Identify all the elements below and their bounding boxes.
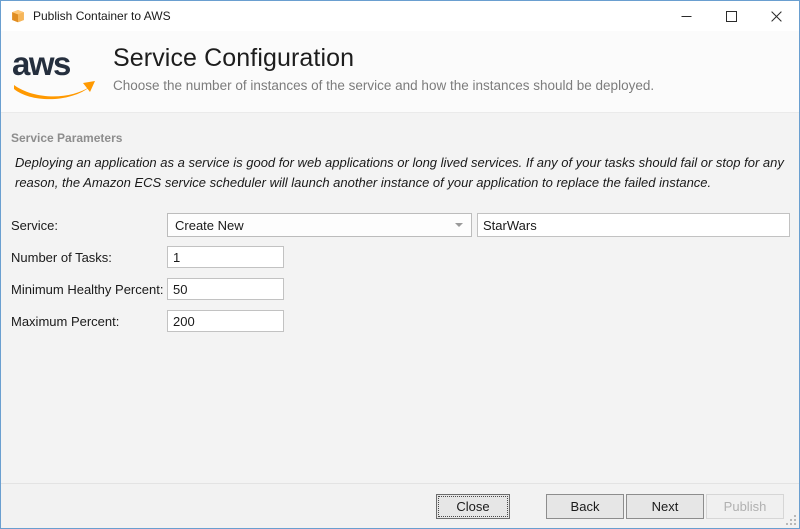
publish-container-dialog: Publish Container to AWS aws Service Con… <box>0 0 800 529</box>
container-box-icon <box>12 10 24 23</box>
resize-grip[interactable] <box>785 514 797 526</box>
form-row-maximum-percent: Maximum Percent: <box>1 309 800 340</box>
maximum-percent-input[interactable] <box>167 310 284 332</box>
publish-button: Publish <box>706 494 784 519</box>
dialog-body: Service Parameters Deploying an applicat… <box>1 113 799 483</box>
maximize-button[interactable] <box>709 1 754 31</box>
number-of-tasks-label: Number of Tasks: <box>11 250 112 265</box>
header-text-block: Service Configuration Choose the number … <box>113 43 654 95</box>
minimize-icon <box>681 15 692 17</box>
back-button[interactable]: Back <box>546 494 624 519</box>
close-button[interactable]: Close <box>436 494 510 519</box>
maximum-percent-label: Maximum Percent: <box>11 314 120 329</box>
service-dropdown[interactable]: Create New <box>167 213 472 237</box>
dialog-header: aws Service Configuration Choose the num… <box>1 31 799 113</box>
minimum-healthy-percent-label: Minimum Healthy Percent: <box>11 282 164 297</box>
section-heading: Service Parameters <box>11 131 123 145</box>
window-title: Publish Container to AWS <box>33 9 171 23</box>
service-dropdown-value: Create New <box>175 217 244 233</box>
section-description: Deploying an application as a service is… <box>15 155 784 190</box>
dialog-footer: Close Back Next Publish <box>1 483 799 528</box>
chevron-down-icon <box>455 223 463 227</box>
window-controls <box>664 1 799 31</box>
service-parameters-form: Service: Create New Number of Tasks: Min… <box>1 213 800 341</box>
maximize-icon <box>726 10 737 22</box>
page-subtitle: Choose the number of instances of the se… <box>113 78 655 93</box>
close-window-button[interactable] <box>754 1 799 31</box>
minimize-button[interactable] <box>664 1 709 31</box>
form-row-number-of-tasks: Number of Tasks: <box>1 245 800 276</box>
number-of-tasks-input[interactable] <box>167 246 284 268</box>
form-row-minimum-healthy-percent: Minimum Healthy Percent: <box>1 277 800 308</box>
svg-text:aws: aws <box>12 45 70 82</box>
next-button[interactable]: Next <box>626 494 704 519</box>
aws-logo: aws <box>12 45 95 100</box>
minimum-healthy-percent-input[interactable] <box>167 278 284 300</box>
close-icon <box>771 10 782 22</box>
form-row-service: Service: Create New <box>1 213 800 244</box>
service-label: Service: <box>11 218 58 233</box>
page-title: Service Configuration <box>113 44 355 72</box>
close-button-label: Close <box>456 499 490 514</box>
title-bar: Publish Container to AWS <box>1 1 799 31</box>
service-name-input[interactable] <box>477 213 790 237</box>
